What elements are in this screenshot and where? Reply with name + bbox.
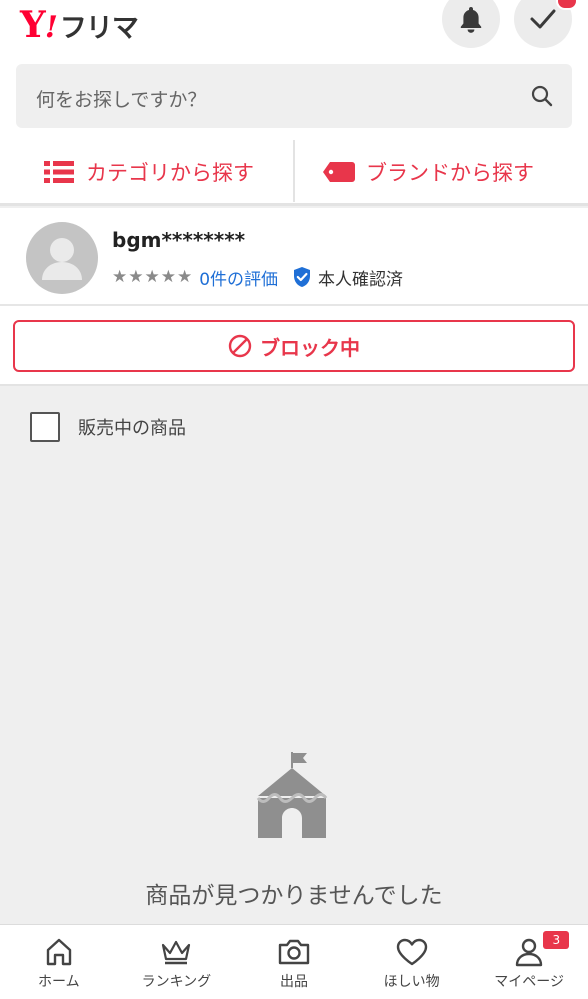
home-icon: [46, 938, 71, 966]
block-section: ブロック中: [0, 306, 588, 386]
crown-icon: [162, 940, 191, 965]
tab-mypage-label: マイページ: [494, 974, 565, 990]
tab-sell[interactable]: 出品: [235, 925, 353, 999]
on-sale-filter[interactable]: 販売中の商品: [30, 412, 186, 442]
app-header: Y ! フリマ 何をお探しですか？ カテゴリから探す ブランドから探す: [0, 0, 588, 206]
mypage-badge: 3: [543, 931, 570, 949]
bottom-tab-bar: ホーム ランキング 出品 ほしい物 マイページ 3: [0, 924, 588, 999]
rating-row: ★★★★★ 0件の評価 本人確認済: [112, 265, 404, 290]
notification-button[interactable]: [442, 0, 500, 48]
on-sale-label: 販売中の商品: [78, 418, 186, 439]
check-icon: [530, 9, 556, 29]
empty-state-message: 商品が見つかりませんでした: [145, 883, 443, 909]
tag-icon: [323, 162, 355, 182]
browse-brand-label: ブランドから探す: [366, 161, 534, 185]
bell-icon: [460, 7, 482, 33]
browse-section: カテゴリから探す ブランドから探す: [0, 140, 588, 206]
logo-text: フリマ: [59, 13, 139, 44]
tab-mypage[interactable]: マイページ 3: [470, 925, 588, 999]
browse-by-brand-button[interactable]: ブランドから探す: [322, 140, 534, 204]
avatar[interactable]: [26, 222, 98, 294]
tent-icon: [256, 752, 328, 838]
person-icon: [515, 938, 543, 967]
blocked-button-label: ブロック中: [260, 335, 360, 360]
on-sale-checkbox[interactable]: [30, 412, 60, 442]
tab-wishlist-label: ほしい物: [383, 974, 440, 990]
tab-ranking-label: ランキング: [141, 974, 212, 990]
rating-stars: ★★★★★: [112, 267, 194, 287]
blocked-button[interactable]: ブロック中: [13, 320, 575, 372]
verified-shield-icon: [292, 266, 312, 288]
camera-icon: [278, 939, 310, 965]
tab-wishlist[interactable]: ほしい物: [353, 925, 471, 999]
search-input[interactable]: 何をお探しですか？: [36, 85, 206, 112]
browse-by-category-button[interactable]: カテゴリから探す: [44, 140, 254, 204]
avatar-person-icon: [42, 238, 82, 280]
list-icon: [44, 161, 74, 183]
seller-profile: bgm******** ★★★★★ 0件の評価 本人確認済: [0, 208, 588, 306]
todo-badge: [556, 0, 578, 10]
tab-home-label: ホーム: [38, 974, 80, 990]
verified-label: 本人確認済: [318, 269, 404, 290]
prohibited-icon: [228, 334, 252, 358]
tab-ranking[interactable]: ランキング: [118, 925, 236, 999]
logo-bang: !: [44, 10, 58, 45]
username[interactable]: bgm********: [112, 228, 245, 252]
tab-sell-label: 出品: [279, 974, 308, 990]
browse-divider: [293, 140, 295, 202]
tab-home[interactable]: ホーム: [0, 925, 118, 999]
evaluation-count-link[interactable]: 0件の評価: [199, 265, 278, 290]
search-icon[interactable]: [530, 84, 554, 108]
search-bar[interactable]: 何をお探しですか？: [16, 64, 572, 128]
heart-icon: [396, 938, 427, 966]
logo-y: Y: [20, 4, 46, 46]
browse-category-label: カテゴリから探す: [86, 161, 254, 185]
yahoo-furima-logo[interactable]: Y ! フリマ: [20, 4, 139, 46]
